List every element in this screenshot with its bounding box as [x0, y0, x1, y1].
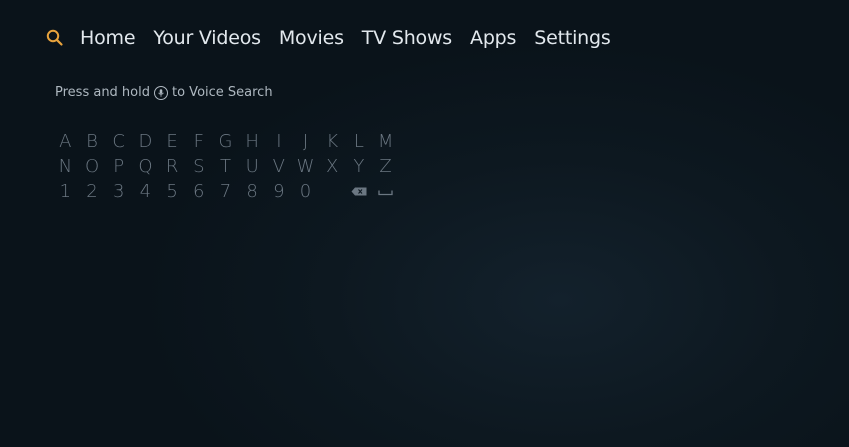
- key-3[interactable]: 3: [105, 181, 132, 202]
- key-1[interactable]: 1: [52, 181, 79, 202]
- key-z[interactable]: Z: [372, 156, 399, 177]
- key-s[interactable]: S: [185, 156, 212, 177]
- key-l[interactable]: L: [346, 131, 373, 152]
- key-q[interactable]: Q: [132, 156, 159, 177]
- key-f[interactable]: F: [185, 131, 212, 152]
- hint-text-before: Press and hold: [55, 85, 150, 100]
- search-keyboard: A B C D E F G H I J K L M N O P Q R S T …: [52, 129, 399, 204]
- key-d[interactable]: D: [132, 131, 159, 152]
- key-o[interactable]: O: [79, 156, 106, 177]
- key-0[interactable]: 0: [292, 181, 319, 202]
- key-h[interactable]: H: [239, 131, 266, 152]
- key-u[interactable]: U: [239, 156, 266, 177]
- nav-item-home[interactable]: Home: [80, 27, 136, 49]
- top-navigation: Home Your Videos Movies TV Shows Apps Se…: [44, 24, 629, 52]
- nav-item-your-videos[interactable]: Your Videos: [153, 27, 261, 49]
- nav-item-movies[interactable]: Movies: [279, 27, 344, 49]
- key-8[interactable]: 8: [239, 181, 266, 202]
- keyboard-row-1: A B C D E F G H I J K L M: [52, 129, 399, 154]
- space-icon: [378, 190, 393, 196]
- key-g[interactable]: G: [212, 131, 239, 152]
- key-2[interactable]: 2: [79, 181, 106, 202]
- microphone-icon: [154, 85, 168, 100]
- key-6[interactable]: 6: [185, 181, 212, 202]
- key-p[interactable]: P: [105, 156, 132, 177]
- backspace-icon: [351, 187, 367, 196]
- key-7[interactable]: 7: [212, 181, 239, 202]
- key-y[interactable]: Y: [346, 156, 373, 177]
- keyboard-row-3: 1 2 3 4 5 6 7 8 9 0: [52, 179, 399, 204]
- voice-search-hint: Press and hold to Voice Search: [55, 85, 273, 100]
- key-r[interactable]: R: [159, 156, 186, 177]
- nav-item-apps[interactable]: Apps: [470, 27, 516, 49]
- key-e[interactable]: E: [159, 131, 186, 152]
- key-i[interactable]: I: [266, 131, 293, 152]
- key-5[interactable]: 5: [159, 181, 186, 202]
- key-c[interactable]: C: [105, 131, 132, 152]
- key-x[interactable]: X: [319, 156, 346, 177]
- backspace-key[interactable]: [346, 187, 373, 196]
- search-button[interactable]: [44, 27, 66, 49]
- key-j[interactable]: J: [292, 131, 319, 152]
- key-w[interactable]: W: [292, 156, 319, 177]
- nav-item-tv-shows[interactable]: TV Shows: [362, 27, 452, 49]
- key-b[interactable]: B: [79, 131, 106, 152]
- search-icon: [46, 29, 63, 46]
- nav-item-settings[interactable]: Settings: [534, 27, 611, 49]
- key-a[interactable]: A: [52, 131, 79, 152]
- hint-text-after: to Voice Search: [172, 85, 273, 100]
- key-4[interactable]: 4: [132, 181, 159, 202]
- key-m[interactable]: M: [372, 131, 399, 152]
- key-n[interactable]: N: [52, 156, 79, 177]
- key-k[interactable]: K: [319, 131, 346, 152]
- key-9[interactable]: 9: [266, 181, 293, 202]
- keyboard-row-2: N O P Q R S T U V W X Y Z: [52, 154, 399, 179]
- key-v[interactable]: V: [266, 156, 293, 177]
- key-t[interactable]: T: [212, 156, 239, 177]
- space-key[interactable]: [372, 187, 399, 196]
